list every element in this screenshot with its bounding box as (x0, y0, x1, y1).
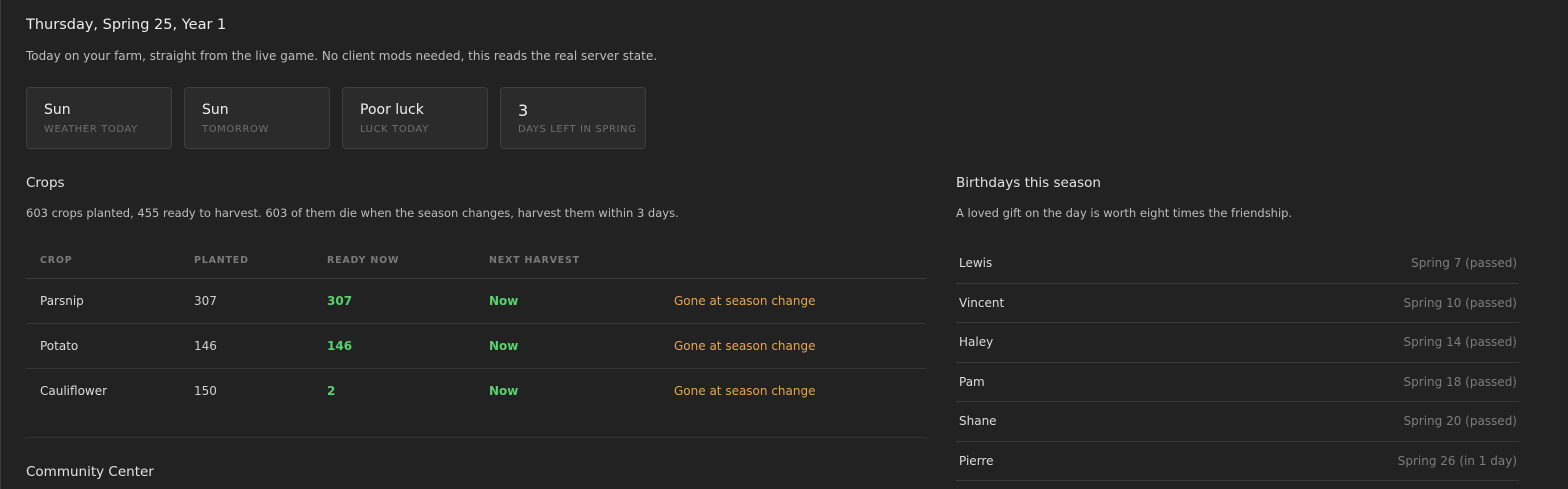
table-header: CROP PLANTED READY NOW NEXT HARVEST (26, 244, 926, 279)
crop-ready: 146 (327, 339, 353, 353)
card-value: Sun (202, 102, 229, 118)
crops-description: 603 crops planted, 455 ready to harvest.… (26, 206, 679, 220)
column-header-ready: READY NOW (327, 255, 400, 266)
birthday-list: Lewis Spring 7 (passed) Vincent Spring 1… (956, 244, 1519, 481)
card-label: LUCK TODAY (360, 124, 429, 135)
table-row: Cauliflower 150 2 Now Gone at season cha… (26, 369, 926, 413)
birthday-date: Spring 20 (passed) (1403, 414, 1517, 428)
birthday-date: Spring 26 (in 1 day) (1397, 453, 1517, 468)
crop-planted: 150 (194, 384, 217, 398)
page-subtitle: Today on your farm, straight from the li… (26, 49, 658, 63)
card-label: TOMORROW (202, 124, 269, 135)
crop-warning: Gone at season change (674, 294, 816, 308)
farm-dashboard: Thursday, Spring 25, Year 1 Today on you… (0, 0, 1568, 489)
section-divider (26, 437, 926, 438)
card-value: 3 (518, 101, 529, 120)
villager-name: Vincent (959, 295, 1005, 310)
crop-ready: 2 (327, 384, 336, 398)
list-item: Haley Spring 14 (passed) (956, 323, 1519, 363)
column-header-crop: CROP (40, 255, 73, 266)
crop-warning: Gone at season change (674, 339, 816, 353)
villager-name: Lewis (959, 256, 993, 270)
crop-planted: 146 (194, 339, 217, 353)
villager-name: Pierre (959, 453, 994, 468)
crop-next-harvest: Now (489, 339, 519, 353)
birthdays-description: A loved gift on the day is worth eight t… (956, 206, 1293, 220)
days-left-card: 3 DAYS LEFT IN SPRING (500, 87, 646, 149)
crops-table: CROP PLANTED READY NOW NEXT HARVEST Pars… (26, 244, 926, 413)
list-item: Pam Spring 18 (passed) (956, 363, 1519, 402)
luck-today-card: Poor luck LUCK TODAY (342, 87, 488, 149)
birthday-date: Spring 14 (passed) (1403, 335, 1517, 349)
weather-today-card: Sun WEATHER TODAY (26, 87, 172, 149)
villager-name: Shane (959, 414, 997, 428)
table-row: Parsnip 307 307 Now Gone at season chang… (26, 279, 926, 324)
weather-tomorrow-card: Sun TOMORROW (184, 87, 330, 149)
birthday-date: Spring 18 (passed) (1403, 374, 1517, 389)
list-item: Lewis Spring 7 (passed) (956, 244, 1519, 284)
card-value: Poor luck (360, 102, 424, 118)
crop-planted: 307 (194, 294, 217, 308)
community-center-title: Community Center (26, 464, 154, 480)
card-value: Sun (44, 102, 71, 118)
list-item: Vincent Spring 10 (passed) (956, 284, 1519, 323)
column-header-next: NEXT HARVEST (489, 255, 580, 266)
card-label: WEATHER TODAY (44, 124, 138, 135)
list-item: Pierre Spring 26 (in 1 day) (956, 442, 1519, 481)
crop-warning: Gone at season change (674, 384, 816, 398)
card-label: DAYS LEFT IN SPRING (518, 124, 637, 135)
crop-name: Parsnip (40, 294, 84, 308)
crop-next-harvest: Now (489, 384, 519, 398)
villager-name: Pam (959, 374, 985, 389)
crop-name: Cauliflower (40, 384, 108, 398)
birthday-date: Spring 7 (passed) (1411, 256, 1517, 270)
crop-name: Potato (40, 339, 79, 353)
page-title: Thursday, Spring 25, Year 1 (26, 17, 227, 33)
summary-cards: Sun WEATHER TODAY Sun TOMORROW Poor luck… (26, 87, 646, 149)
crops-section-title: Crops (26, 175, 65, 191)
table-row: Potato 146 146 Now Gone at season change (26, 324, 926, 369)
column-header-planted: PLANTED (194, 255, 249, 266)
crop-next-harvest: Now (489, 294, 519, 308)
list-item: Shane Spring 20 (passed) (956, 402, 1519, 442)
birthday-date: Spring 10 (passed) (1403, 295, 1517, 310)
birthdays-section-title: Birthdays this season (956, 175, 1101, 191)
crop-ready: 307 (327, 294, 353, 308)
villager-name: Haley (959, 335, 994, 349)
